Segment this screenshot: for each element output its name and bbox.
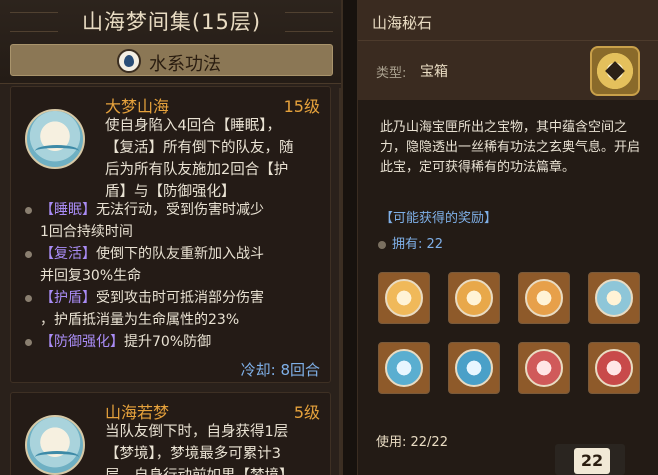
skill-description: 当队友倒下时，自身获得1层 【梦境】，梦境最多可累计3 层，自身行动前如果【梦境… bbox=[105, 424, 294, 475]
reward-item[interactable] bbox=[448, 342, 500, 394]
skill-level: 15级 bbox=[283, 97, 320, 116]
dream-like-sea-icon bbox=[25, 415, 85, 475]
reward-title: 【可能获得的奖励】 bbox=[380, 211, 498, 226]
bullet-icon bbox=[378, 240, 386, 249]
water-drop-icon bbox=[117, 49, 141, 73]
item-detail-panel: 山海秘石 类型: 宝箱 此乃山海宝匣所出之宝物，其中蕴含空间之力，隐隐透出一丝稀… bbox=[357, 0, 658, 475]
effect-defense-up: 【防御强化】提升70%防御 bbox=[25, 331, 325, 353]
skill-cooldown: 冷却: 8回合 bbox=[240, 361, 320, 379]
skill-name: 山海若梦 bbox=[105, 403, 170, 422]
use-count-label: 使用: 22/22 bbox=[376, 435, 448, 450]
item-description: 此乃山海宝匣所出之宝物，其中蕴含空间之力，隐隐透出一丝稀有功法之玄奥气息。开启此… bbox=[380, 120, 641, 175]
effect-sleep: 【睡眠】无法行动，受到伤害时减少 1回合持续时间 bbox=[25, 199, 325, 243]
mystic-stone-icon bbox=[590, 46, 640, 96]
skill-description: 使自身陷入4回合【睡眠】， 【复活】所有倒下的队友，随 后为所有队友施加2回合【… bbox=[105, 118, 294, 200]
item-type-label: 类型: bbox=[376, 66, 407, 81]
skill-list-panel: 山海梦间集(15层) 水系功法 大梦山海 15级 使自身陷入4回合【睡眠】， 【… bbox=[0, 0, 343, 475]
reward-item[interactable] bbox=[518, 272, 570, 324]
reward-item[interactable] bbox=[378, 342, 430, 394]
divider bbox=[358, 40, 658, 41]
dream-mountain-sea-icon bbox=[25, 109, 85, 169]
skill-card[interactable]: 大梦山海 15级 使自身陷入4回合【睡眠】， 【复活】所有倒下的队友，随 后为所… bbox=[10, 86, 331, 383]
item-title: 山海秘石 bbox=[372, 14, 433, 32]
game-screen: { "left": { "title": "山海梦间集(15层)", "scho… bbox=[0, 0, 658, 475]
effect-shield: 【护盾】受到攻击时可抵消部分伤害 ，护盾抵消量为生命属性的23% bbox=[25, 287, 325, 331]
skill-card[interactable]: 山海若梦 5级 当队友倒下时，自身获得1层 【梦境】，梦境最多可累计3 层，自身… bbox=[10, 392, 331, 475]
owned-count: 拥有: 22 bbox=[378, 233, 443, 252]
reward-item[interactable] bbox=[588, 342, 640, 394]
quantity-value[interactable]: 22 bbox=[574, 448, 610, 474]
reward-item[interactable] bbox=[518, 342, 570, 394]
panel-title: 山海梦间集(15层) bbox=[81, 10, 262, 34]
school-label: 水系功法 bbox=[149, 54, 221, 75]
panel-header: 山海梦间集(15层) 水系功法 bbox=[0, 0, 341, 84]
item-type-value: 宝箱 bbox=[420, 64, 448, 80]
skill-name: 大梦山海 bbox=[105, 97, 170, 116]
reward-item[interactable] bbox=[448, 272, 500, 324]
reward-item[interactable] bbox=[588, 272, 640, 324]
reward-item[interactable] bbox=[378, 272, 430, 324]
skill-level: 5级 bbox=[293, 403, 320, 422]
item-header: 山海秘石 类型: 宝箱 bbox=[358, 0, 658, 100]
effect-revive: 【复活】使倒下的队友重新加入战斗 并回复30%生命 bbox=[25, 243, 325, 287]
scrollbar[interactable] bbox=[339, 88, 341, 475]
school-bar: 水系功法 bbox=[10, 44, 333, 76]
